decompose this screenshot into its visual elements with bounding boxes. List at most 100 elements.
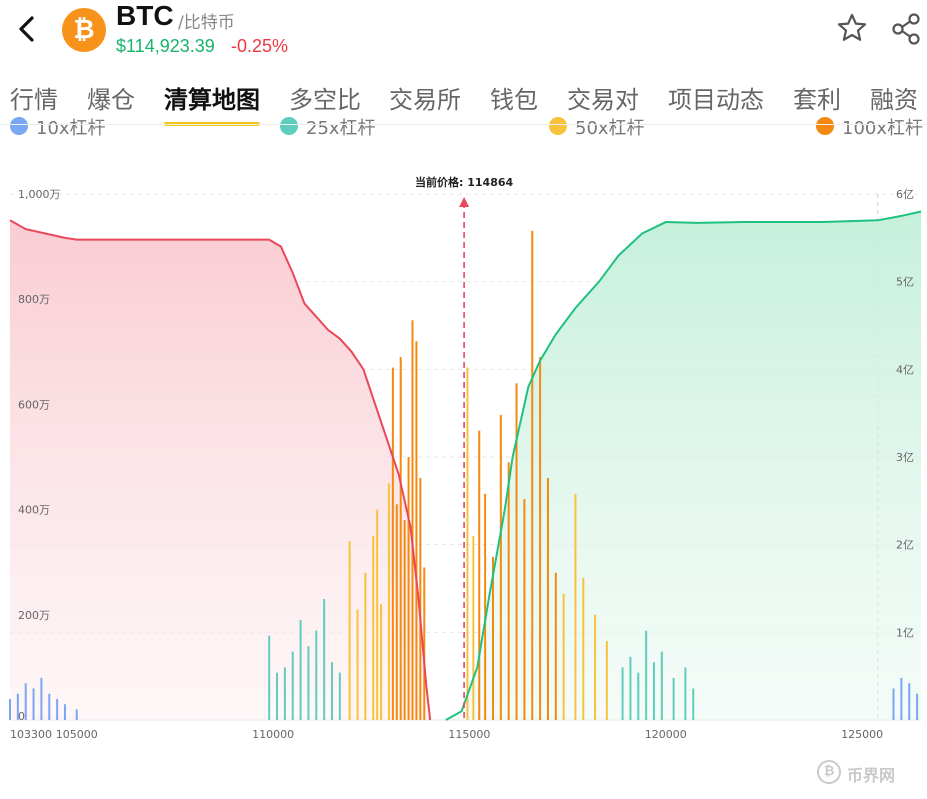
liquidation-bar-25x <box>291 651 294 720</box>
y-left-tick-label: 800万 <box>18 293 50 306</box>
liquidation-bar-100x <box>415 341 418 720</box>
liquidation-bar-25x <box>268 635 271 720</box>
liquidation-bar-100x <box>546 478 549 720</box>
coin-symbol: BTC <box>116 0 174 31</box>
liquidation-bar-100x <box>539 357 542 720</box>
y-right-tick-label: 2亿 <box>896 539 914 552</box>
liquidation-bar-100x <box>423 567 426 720</box>
liquidation-bar-100x <box>391 367 394 720</box>
current-price-arrow-icon <box>459 197 470 207</box>
star-icon[interactable] <box>836 12 868 44</box>
liquidation-bar-100x <box>419 478 422 720</box>
y-left-tick-label: 200万 <box>18 609 50 622</box>
bitcoin-logo-glyph: ₿ <box>73 15 95 45</box>
liquidation-bar-25x <box>660 651 663 720</box>
liquidation-bar-50x <box>562 593 565 720</box>
liquidation-bar-25x <box>276 672 279 720</box>
liquidation-bar-100x <box>499 414 502 720</box>
x-tick-label: 115000 <box>448 728 490 741</box>
tab-project-news[interactable]: 项目动态 <box>668 80 764 115</box>
y-left-tick-label: 1,000万 <box>18 188 61 201</box>
liquidation-bar-50x <box>348 541 351 720</box>
liquidation-bar-100x <box>395 504 398 720</box>
tab-financing[interactable]: 融资 <box>870 80 918 115</box>
coin-change: -0.25% <box>231 36 289 56</box>
liquidation-map-chart[interactable]: 1,000万 800万 600万 400万 200万 0 6亿 5亿 4亿 3亿 2亿 1亿 10330… <box>0 130 927 750</box>
y-right-tick-label: 4亿 <box>896 363 914 376</box>
liquidation-bar-50x <box>472 535 475 720</box>
liquidation-bar-50x <box>387 483 390 720</box>
y-right-tick-label: 5亿 <box>896 276 914 289</box>
liquidation-bar-10x <box>75 709 78 720</box>
share-icon[interactable] <box>890 12 922 46</box>
liquidation-bar-25x <box>299 620 302 720</box>
tab-market[interactable]: 行情 <box>10 80 58 115</box>
coin-price: $114,923.39 <box>116 36 215 56</box>
x-tick-label: 105000 <box>56 728 98 741</box>
liquidation-bar-25x <box>672 677 675 720</box>
liquidation-bar-50x <box>582 577 585 720</box>
liquidation-bar-100x <box>523 499 526 720</box>
watermark-logo: ₿ 币界网 <box>815 758 925 788</box>
tab-divider <box>0 124 927 125</box>
liquidation-bar-25x <box>338 672 341 720</box>
liquidation-bar-10x <box>48 693 51 720</box>
liquidation-bar-10x <box>24 683 27 720</box>
liquidation-bar-25x <box>283 667 286 720</box>
tab-liquidation-map[interactable]: 清算地图 <box>164 80 260 115</box>
liquidation-bar-50x <box>605 641 608 720</box>
liquidation-bar-25x <box>307 646 310 720</box>
liquidation-bar-50x <box>466 367 469 720</box>
liquidation-bar-10x <box>9 698 11 720</box>
y-left-tick-label: 400万 <box>18 504 50 517</box>
liquidation-bar-25x <box>645 630 648 720</box>
liquidation-bar-25x <box>315 630 318 720</box>
tab-arbitrage[interactable]: 套利 <box>793 80 841 115</box>
liquidation-bar-10x <box>56 698 59 720</box>
liquidation-bar-10x <box>916 693 919 720</box>
tab-exchanges[interactable]: 交易所 <box>389 80 461 115</box>
tab-long-short-ratio[interactable]: 多空比 <box>289 80 361 115</box>
liquidation-bar-50x <box>574 493 577 720</box>
x-tick-label: 125000 <box>841 728 883 741</box>
liquidation-bar-25x <box>330 662 333 720</box>
x-tick-label: 103300 <box>10 728 52 741</box>
tab-liquidations[interactable]: 爆仓 <box>87 80 135 115</box>
liquidation-bar-25x <box>684 667 687 720</box>
liquidation-bar-10x <box>32 688 35 720</box>
watermark-text: 币界网 <box>847 766 896 785</box>
liquidation-bar-50x <box>372 535 375 720</box>
liquidation-bar-25x <box>323 599 326 720</box>
liquidation-bar-10x <box>908 683 911 720</box>
top-bar: ₿ BTC /比特币 $114,923.39 -0.25% <box>0 0 927 64</box>
liquidation-bar-50x <box>376 509 379 720</box>
liquidation-bar-50x <box>364 572 367 720</box>
liquidation-bar-50x <box>380 604 383 720</box>
liquidation-bar-100x <box>507 462 510 720</box>
liquidation-bar-25x <box>652 662 655 720</box>
liquidation-bar-25x <box>637 672 640 720</box>
back-arrow-icon[interactable] <box>12 12 42 46</box>
liquidation-bar-50x <box>594 614 597 720</box>
liquidation-bar-100x <box>411 320 414 720</box>
liquidation-bar-25x <box>629 656 632 720</box>
tab-trading-pairs[interactable]: 交易对 <box>567 80 639 115</box>
y-right-tick-label: 1亿 <box>896 626 914 639</box>
x-tick-label: 120000 <box>645 728 687 741</box>
liquidation-bar-100x <box>478 430 481 720</box>
liquidation-bar-25x <box>621 667 624 720</box>
y-left-tick-label: 600万 <box>18 398 50 411</box>
current-price-label: 当前价格: 114864 <box>415 175 513 189</box>
tab-wallets[interactable]: 钱包 <box>490 80 538 115</box>
liquidation-bar-10x <box>40 677 43 720</box>
liquidation-bar-100x <box>531 230 534 720</box>
liquidation-bar-100x <box>554 572 557 720</box>
liquidation-bar-100x <box>484 493 487 720</box>
y-right-tick-label: 3亿 <box>896 451 914 464</box>
liquidation-bar-10x <box>900 677 903 720</box>
liquidation-bar-50x <box>356 609 359 720</box>
liquidation-bar-100x <box>399 357 402 720</box>
liquidation-bar-10x <box>892 688 895 720</box>
liquidation-bar-100x <box>403 520 406 720</box>
liquidation-bar-100x <box>407 457 410 720</box>
